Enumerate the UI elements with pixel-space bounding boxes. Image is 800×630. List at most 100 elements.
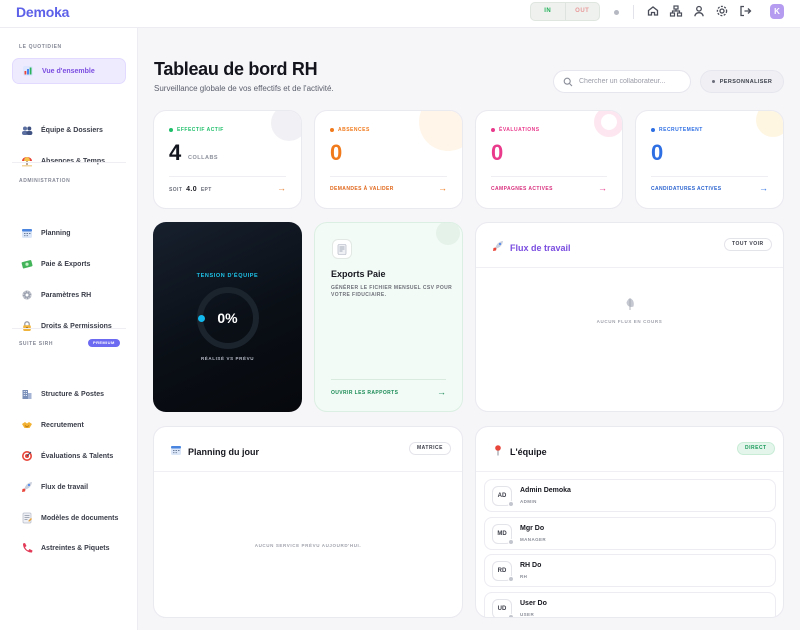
arrow-right-icon[interactable]: → bbox=[437, 387, 446, 397]
home-icon[interactable] bbox=[646, 4, 660, 18]
team-member-row[interactable]: RD RH Do RH bbox=[484, 554, 776, 587]
sidebar-item-absences[interactable]: Absences & Temps bbox=[12, 148, 126, 174]
sidebar-item-templates[interactable]: Modèles de documents bbox=[12, 505, 126, 531]
sidebar-item-label: Paramètres RH bbox=[41, 291, 92, 299]
arrow-right-icon[interactable]: → bbox=[277, 183, 286, 193]
member-role: MANAGER bbox=[520, 537, 547, 542]
sidebar-item-label: Équipe & Dossiers bbox=[41, 126, 103, 134]
member-name: RH Do bbox=[520, 562, 542, 569]
sidebar-item-workflow[interactable]: Flux de travail bbox=[12, 474, 126, 500]
status-dot-icon[interactable] bbox=[610, 6, 622, 18]
search-icon bbox=[563, 77, 573, 87]
sidebar-item-label: Paie & Exports bbox=[41, 260, 91, 268]
users-icon bbox=[271, 111, 301, 141]
customize-label: PERSONNALISER bbox=[719, 78, 773, 85]
search-input[interactable] bbox=[579, 78, 689, 85]
target-icon bbox=[594, 111, 622, 137]
sidebar-item-recruitment[interactable]: Recrutement bbox=[12, 412, 126, 438]
daily-planning-card: Planning du jour MATRICE AUCUN SERVICE P… bbox=[153, 426, 463, 618]
rocket-icon bbox=[21, 481, 33, 493]
app-logo[interactable]: Demoka bbox=[16, 4, 69, 20]
calendar-icon bbox=[170, 443, 182, 461]
search-box[interactable] bbox=[553, 70, 691, 93]
clock-in-button[interactable]: IN bbox=[531, 3, 566, 20]
divider bbox=[330, 176, 447, 177]
sidebar-item-label: Absences & Temps bbox=[41, 157, 106, 165]
bar-chart-icon bbox=[22, 65, 34, 77]
stat-card-absences[interactable]: ABSENCES 0 DEMANDES À VALIDER → bbox=[314, 110, 463, 209]
workflow-title: Flux de travail bbox=[510, 243, 571, 253]
sidebar-divider bbox=[12, 328, 126, 329]
sidebar-item-hr-settings[interactable]: Paramètres RH bbox=[12, 282, 126, 308]
panel-header: L'équipe bbox=[492, 443, 547, 461]
arrow-right-icon[interactable]: → bbox=[598, 183, 607, 193]
stat-footnote: SOIT 4.0 EPT bbox=[169, 186, 212, 193]
member-role: ADMIN bbox=[520, 499, 537, 504]
decor-circle bbox=[436, 223, 460, 245]
stat-footnote: CANDIDATURES ACTIVES bbox=[651, 186, 722, 192]
gear-icon[interactable] bbox=[715, 4, 729, 18]
clock-out-button[interactable]: OUT bbox=[566, 3, 600, 20]
org-chart-icon[interactable] bbox=[669, 4, 683, 18]
building-icon bbox=[21, 388, 33, 400]
phone-icon bbox=[21, 542, 33, 554]
team-member-row[interactable]: MD Mgr Do MANAGER bbox=[484, 517, 776, 550]
live-badge: DIRECT bbox=[737, 442, 775, 455]
team-member-row[interactable]: UD User Do USER bbox=[484, 592, 776, 617]
divider bbox=[476, 267, 783, 268]
team-member-row[interactable]: AD Admin Demoka ADMIN bbox=[484, 479, 776, 512]
sidebar-section-title: LE QUOTIDIEN bbox=[19, 44, 62, 50]
top-bar: Demoka IN OUT K bbox=[0, 0, 800, 28]
clock-toggle[interactable]: IN OUT bbox=[530, 2, 600, 21]
stat-footnote: DEMANDES À VALIDER bbox=[330, 186, 394, 192]
sidebar-item-evaluations[interactable]: Évaluations & Talents bbox=[12, 443, 126, 469]
user-avatar[interactable]: K bbox=[770, 4, 784, 19]
member-role: USER bbox=[520, 612, 535, 617]
sidebar-item-label: Structure & Postes bbox=[41, 390, 105, 398]
sidebar-item-team[interactable]: Équipe & Dossiers bbox=[12, 117, 126, 143]
divider bbox=[491, 176, 607, 177]
sidebar-item-label: Recrutement bbox=[41, 421, 84, 429]
user-icon[interactable] bbox=[692, 4, 706, 18]
arrow-right-icon[interactable]: → bbox=[438, 183, 447, 193]
sidebar-item-payroll[interactable]: Paie & Exports bbox=[12, 251, 126, 277]
arrow-right-icon[interactable]: → bbox=[759, 183, 768, 193]
exports-description: GÉNÉRER LE FICHIER MENSUEL CSV POUR VOTR… bbox=[331, 285, 453, 298]
team-card: L'équipe DIRECT AD Admin Demoka ADMIN MD… bbox=[475, 426, 784, 618]
lock-icon bbox=[21, 320, 33, 332]
pin-icon bbox=[492, 443, 504, 461]
stat-value: 4 bbox=[169, 140, 182, 165]
document-icon bbox=[21, 512, 33, 524]
rocket-icon bbox=[492, 239, 504, 257]
gear-icon bbox=[21, 289, 33, 301]
sidebar-section-title: SUITE SIRH bbox=[19, 341, 54, 347]
handshake-icon bbox=[21, 419, 33, 431]
see-all-button[interactable]: TOUT VOIR bbox=[724, 238, 772, 251]
premium-badge: PREMIUM bbox=[88, 339, 120, 347]
workflow-empty-text: AUCUN FLUX EN COURS bbox=[596, 319, 663, 324]
sidebar-item-on-call[interactable]: Astreintes & Piquets bbox=[12, 535, 126, 561]
stat-footnote: CAMPAGNES ACTIVES bbox=[491, 186, 553, 192]
team-tension-card[interactable]: TENSION D'ÉQUIPE 0% RÉALISÉ VS PRÉVU bbox=[153, 222, 302, 412]
sidebar-item-overview[interactable]: Vue d'ensemble bbox=[12, 58, 126, 84]
stat-card-recruitment[interactable]: RECRUTEMENT 0 CANDIDATURES ACTIVES → bbox=[635, 110, 784, 209]
stat-card-evaluations[interactable]: ÉVALUATIONS 0 CAMPAGNES ACTIVES → bbox=[475, 110, 623, 209]
decor-circle bbox=[419, 111, 462, 151]
stat-card-headcount[interactable]: EFFECTIF ACTIF 4 COLLABS SOIT 4.0 EPT → bbox=[153, 110, 302, 209]
divider bbox=[331, 379, 446, 380]
calendar-icon bbox=[21, 227, 33, 239]
stat-value: 0 bbox=[330, 140, 343, 165]
handshake-icon bbox=[756, 111, 783, 137]
payroll-exports-card[interactable]: Exports Paie GÉNÉRER LE FICHIER MENSUEL … bbox=[314, 222, 463, 412]
sidebar-item-planning[interactable]: Planning bbox=[12, 220, 126, 246]
customize-button[interactable]: PERSONNALISER bbox=[700, 70, 784, 93]
sidebar-item-permissions[interactable]: Droits & Permissions bbox=[12, 313, 126, 339]
target-icon bbox=[21, 450, 33, 462]
matrix-button[interactable]: MATRICE bbox=[409, 442, 451, 455]
open-reports-link[interactable]: OUVRIR LES RAPPORTS bbox=[331, 390, 398, 396]
exports-title: Exports Paie bbox=[331, 269, 386, 279]
divider bbox=[633, 5, 634, 19]
logout-icon[interactable] bbox=[738, 4, 752, 18]
sidebar-item-structure[interactable]: Structure & Postes bbox=[12, 381, 126, 407]
member-name: User Do bbox=[520, 600, 547, 607]
